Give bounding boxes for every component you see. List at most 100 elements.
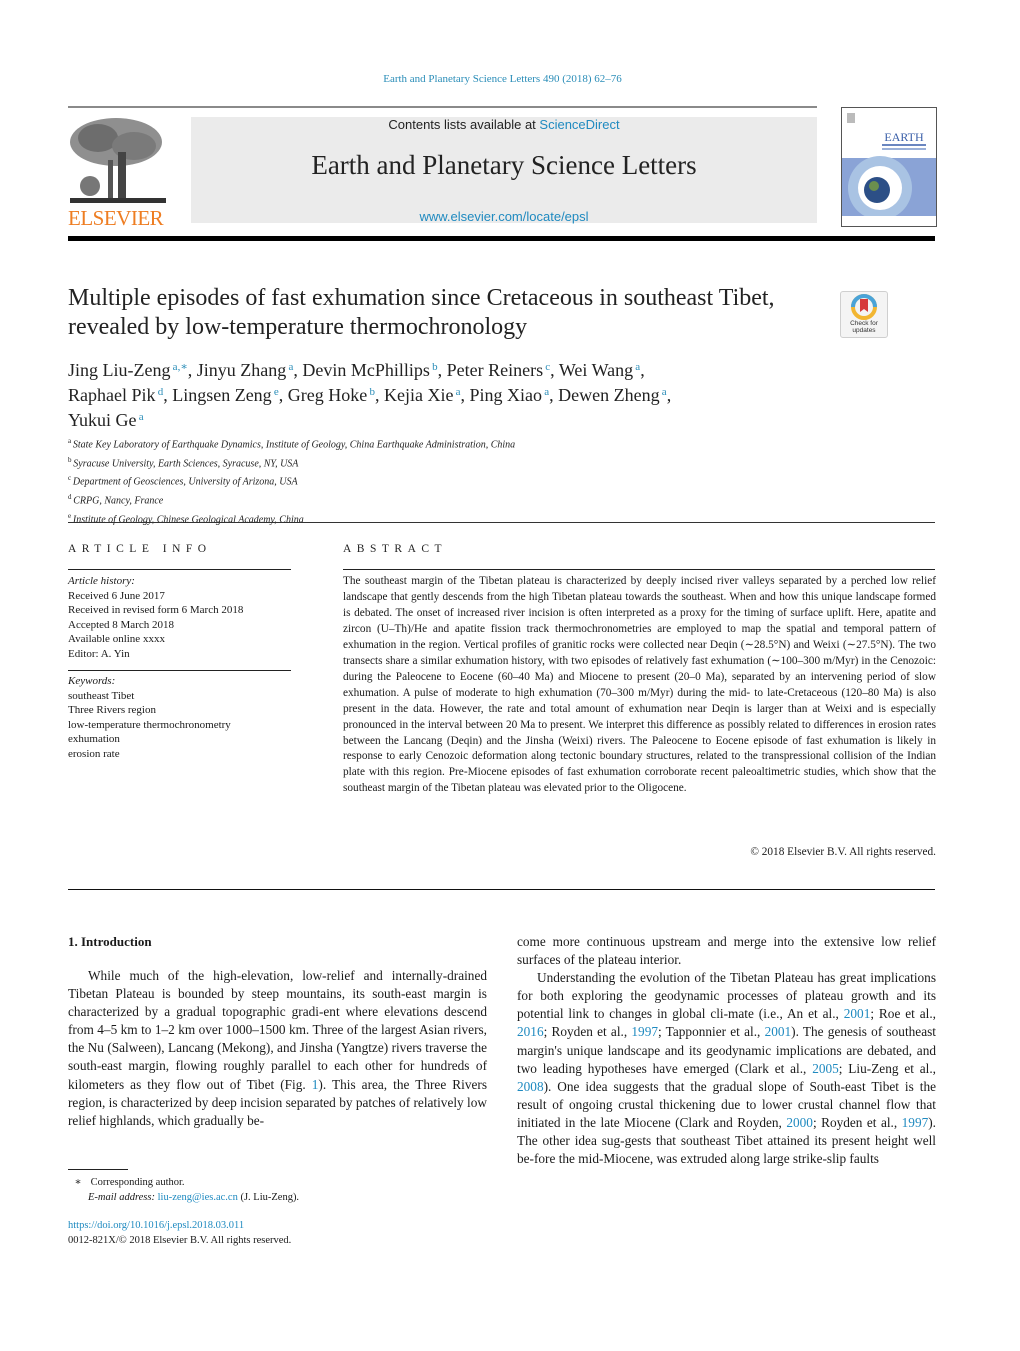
author[interactable]: Raphael Pik d	[68, 385, 163, 405]
affiliation-marker[interactable]: a	[453, 386, 461, 398]
history-entry: Editor: A. Yin	[68, 647, 130, 660]
article-info-rule	[68, 569, 291, 570]
history-entry: Accepted 8 March 2018	[68, 618, 174, 631]
journal-url-link[interactable]: www.elsevier.com/locate/epsl	[191, 209, 817, 224]
citation-link[interactable]: 2008	[517, 1079, 544, 1094]
citation-link[interactable]: 1997	[902, 1115, 929, 1130]
paragraph: Understanding the evolution of the Tibet…	[517, 969, 936, 1168]
history-entry: Received in revised form 6 March 2018	[68, 604, 244, 616]
affiliation-marker[interactable]: a,∗	[170, 361, 188, 373]
affiliation-marker[interactable]: a	[137, 411, 144, 423]
author-name: Kejia Xie	[383, 385, 454, 405]
keyword-item: Three Rivers region	[68, 704, 156, 716]
author[interactable]: Yukui Ge a	[68, 410, 144, 430]
article-history: Article history: Received 6 June 2017 Rec…	[68, 574, 298, 661]
author[interactable]: Ping Xiao a	[470, 385, 550, 405]
abstract-heading: ABSTRACT	[343, 543, 448, 555]
footnotes: ∗ Corresponding author. E-mail address: …	[68, 1175, 488, 1205]
history-entry: Received 6 June 2017	[68, 589, 165, 602]
paragraph: While much of the high-elevation, low-re…	[68, 967, 487, 1130]
author-name: Greg Hoke	[287, 385, 368, 405]
author[interactable]: Dewen Zheng a	[558, 385, 667, 405]
keyword-item: southeast Tibet	[68, 689, 135, 702]
author[interactable]: Jing Liu-Zeng a,∗	[68, 360, 188, 380]
abstract-text: The southeast margin of the Tibetan plat…	[343, 575, 936, 795]
abstract-rule	[343, 569, 935, 570]
check-updates-label: Check for	[850, 320, 879, 327]
doi-link[interactable]: https://doi.org/10.1016/j.epsl.2018.03.0…	[68, 1218, 488, 1233]
doi-block: https://doi.org/10.1016/j.epsl.2018.03.0…	[68, 1218, 488, 1248]
footnote-rule	[68, 1169, 128, 1170]
affiliation-marker[interactable]: c	[543, 361, 550, 373]
affiliation-list: a State Key Laboratory of Earthquake Dyn…	[68, 434, 768, 527]
author-list: Jing Liu-Zeng a,∗, Jinyu Zhang a, Devin …	[68, 360, 672, 430]
contents-line: Contents lists available at ScienceDirec…	[191, 117, 817, 132]
affiliation-marker[interactable]: a	[286, 361, 293, 373]
header-top-rule	[68, 106, 817, 108]
author-name: Yukui Ge	[68, 410, 137, 430]
paragraph-text: ; Royden et al.,	[812, 1114, 902, 1130]
citation-link[interactable]: 2001	[844, 1006, 871, 1021]
affiliation-marker[interactable]: a	[542, 386, 549, 398]
divider-rule-bottom	[68, 889, 935, 890]
author-name: Jing Liu-Zeng	[68, 360, 171, 380]
journal-cover-image: EARTH	[841, 107, 937, 227]
affiliation-marker[interactable]: e	[272, 386, 279, 398]
journal-title: Earth and Planetary Science Letters	[311, 150, 697, 180]
author-name: Devin McPhillips	[302, 360, 430, 380]
cover-publisher-mark	[847, 113, 855, 123]
affiliation-text: Syracuse University, Earth Sciences, Syr…	[73, 457, 299, 469]
check-for-updates-button[interactable]: Check for updates	[840, 291, 888, 338]
author-name: Peter Reiners	[446, 360, 544, 380]
body-column-left: While much of the high-elevation, low-re…	[68, 967, 487, 1130]
affiliation-text: CRPG, Nancy, France	[73, 495, 164, 507]
author[interactable]: Lingsen Zeng e	[172, 385, 279, 405]
author[interactable]: Wei Wang a	[559, 360, 640, 380]
author[interactable]: Jinyu Zhang a	[197, 360, 294, 380]
affiliation-marker[interactable]: b	[367, 386, 375, 398]
author-name: Wei Wang	[558, 360, 634, 380]
author-name: Ping Xiao	[469, 385, 543, 405]
journal-reference-link[interactable]: Earth and Planetary Science Letters 490 …	[0, 73, 1005, 85]
author-name: Dewen Zheng	[558, 385, 660, 405]
affiliation-item: b Syracuse University, Earth Sciences, S…	[68, 453, 768, 472]
email-label: E-mail address:	[88, 1192, 155, 1203]
author[interactable]: Peter Reiners c	[447, 360, 551, 380]
affiliation-marker[interactable]: a	[660, 386, 667, 398]
sciencedirect-link[interactable]: ScienceDirect	[539, 117, 619, 132]
paragraph-text: While much of the high-elevation, low-re…	[68, 968, 487, 1092]
citation-link[interactable]: 2005	[812, 1061, 839, 1076]
email-owner: (J. Liu-Zeng).	[237, 1192, 300, 1203]
keywords-list: southeast Tibet Three Rivers region low-te…	[68, 689, 298, 762]
citation-link[interactable]: 1997	[631, 1024, 658, 1039]
cover-title: EARTH	[884, 130, 924, 144]
email-link[interactable]: liu-zeng@ies.ac.cn	[158, 1192, 238, 1203]
author[interactable]: Greg Hoke b	[288, 385, 375, 405]
citation-link[interactable]: 2016	[517, 1024, 544, 1039]
author[interactable]: Kejia Xie a	[384, 385, 461, 405]
paragraph-text: ; Tapponnier et al.,	[658, 1024, 765, 1040]
affiliation-text: Department of Geosciences, University of…	[72, 476, 298, 488]
citation-link[interactable]: 2000	[786, 1115, 813, 1130]
keyword-item: exhumation	[68, 733, 120, 745]
paragraph: come more continuous upstream and merge …	[517, 934, 936, 968]
author[interactable]: Devin McPhillips b	[302, 360, 437, 380]
corresponding-author-text: Corresponding author.	[90, 1177, 185, 1188]
author-name: Lingsen Zeng	[172, 385, 272, 405]
divider-rule	[68, 522, 935, 523]
keyword-item: erosion rate	[68, 747, 120, 760]
citation-link[interactable]: 2001	[765, 1024, 792, 1039]
affiliation-marker[interactable]: a	[633, 361, 640, 373]
contents-prefix: Contents lists available at	[388, 117, 540, 132]
history-entry: Available online xxxx	[68, 633, 165, 645]
keywords-block: Keywords: southeast Tibet Three Rivers re…	[68, 674, 298, 761]
affiliation-text: State Key Laboratory of Earthquake Dynam…	[72, 439, 516, 451]
affiliation-marker[interactable]: b	[430, 361, 438, 373]
abstract-copyright: © 2018 Elsevier B.V. All rights reserved…	[750, 846, 936, 858]
affiliation-marker[interactable]: d	[156, 386, 164, 398]
email-note: E-mail address: liu-zeng@ies.ac.cn (J. L…	[68, 1190, 488, 1205]
article-history-label: Article history:	[68, 575, 135, 587]
author-name: Raphael Pik	[68, 385, 156, 405]
article-history-list: Received 6 June 2017 Received in revised …	[68, 589, 298, 662]
keyword-item: low-temperature thermochronometry	[68, 718, 231, 731]
